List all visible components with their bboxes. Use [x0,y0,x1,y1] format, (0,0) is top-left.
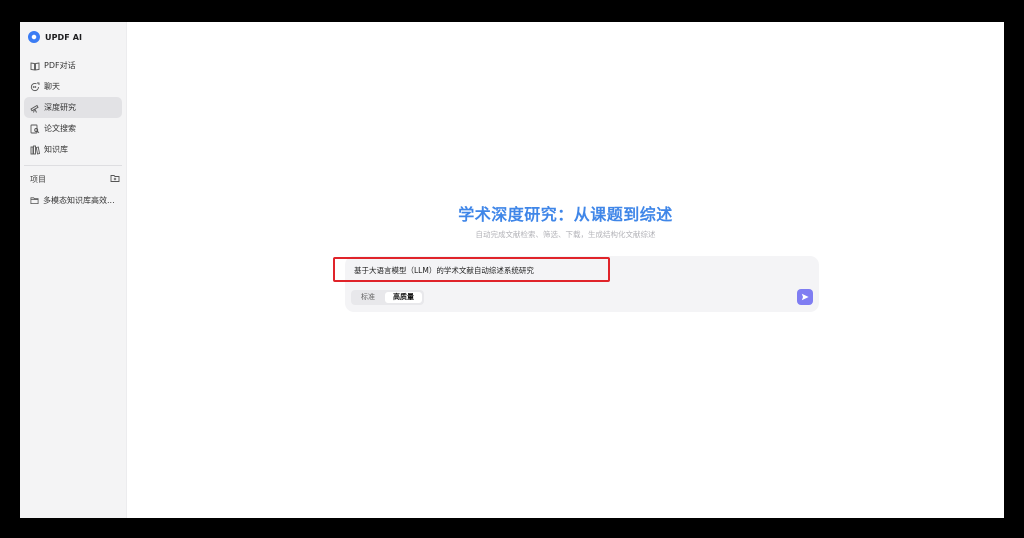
research-input-card: 基于大语言模型（LLM）的学术文献自动综述系统研究 标准 高质量 [333,256,819,312]
brand[interactable]: UPDF AI [28,30,82,44]
quality-mode-toggle: 标准 高质量 [351,290,424,305]
sidebar-nav: PDF对话 聊天 深度研究 论文搜索 知识库 [24,55,122,160]
sidebar-item-label: 论文搜索 [44,124,76,133]
sidebar-item-label: 知识库 [44,145,68,154]
sidebar-item-label: 聊天 [44,82,60,91]
mode-standard-button[interactable]: 标准 [353,292,383,303]
send-icon [801,293,809,301]
sidebar-item-paper-search[interactable]: 论文搜索 [24,118,122,139]
page-subtitle: 自动完成文献检索、筛选、下载，生成结构化文献综述 [475,230,656,239]
project-item[interactable]: 多模态知识库高效... [30,193,122,207]
sidebar-item-label: PDF对话 [44,61,76,70]
mode-high-quality-button[interactable]: 高质量 [385,292,422,303]
projects-label: 项目 [30,174,46,184]
main-panel: 学术深度研究：从课题到综述 自动完成文献检索、筛选、下载，生成结构化文献综述 基… [126,22,1004,518]
paper-search-icon [30,124,40,134]
project-item-label: 多模态知识库高效... [43,195,115,205]
sidebar-item-label: 深度研究 [44,103,76,112]
page-title: 学术深度研究：从课题到综述 [458,205,673,224]
sidebar-item-pdf-chat[interactable]: PDF对话 [24,55,122,76]
app-window: UPDF AI PDF对话 聊天 深度研究 论文搜索 知识库 项目 多模态知识库… [20,22,1004,518]
projects-header: 项目 [30,172,120,186]
book-icon [30,61,40,71]
app-name: UPDF AI [45,32,83,42]
sidebar: UPDF AI PDF对话 聊天 深度研究 论文搜索 知识库 项目 多模态知识库… [20,22,126,518]
new-folder-icon[interactable] [110,173,120,185]
sidebar-item-deep-research[interactable]: 深度研究 [24,97,122,118]
sidebar-item-chat[interactable]: 聊天 [24,76,122,97]
library-icon [30,145,40,155]
sidebar-divider [24,165,122,166]
chat-icon [30,82,40,92]
telescope-icon [30,103,40,113]
send-button[interactable] [797,289,813,305]
sidebar-item-knowledge-base[interactable]: 知识库 [24,139,122,160]
updf-logo-icon [28,31,40,43]
folder-icon [30,196,39,204]
research-query-input[interactable]: 基于大语言模型（LLM）的学术文献自动综述系统研究 [354,265,534,276]
